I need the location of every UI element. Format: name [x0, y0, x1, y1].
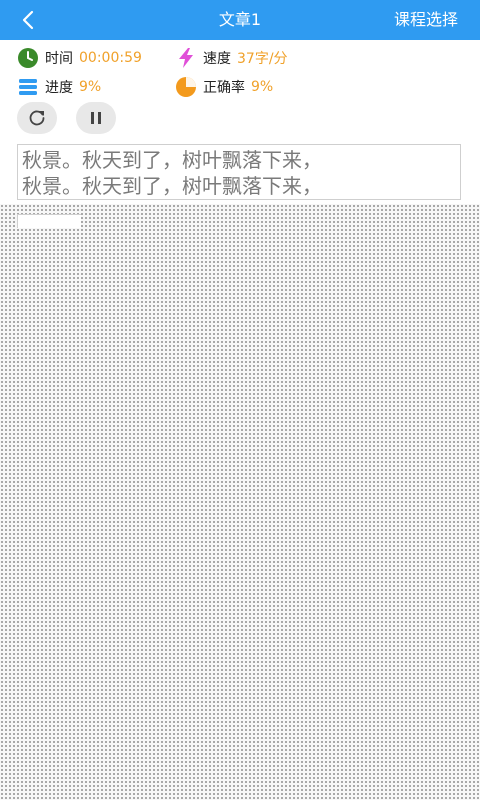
speed-value: 37字/分	[237, 51, 288, 67]
time-label: 时间	[45, 51, 73, 67]
pie-chart-icon	[175, 76, 197, 98]
progress-label: 进度	[45, 80, 73, 96]
article-line-2: 秋景。秋天到了，树叶飘落下来，	[22, 174, 322, 198]
top-bar: 文章1 课程选择	[0, 0, 480, 40]
progress-stat: 进度 9%	[17, 75, 101, 99]
article-line-1: 秋景。秋天到了，树叶飘落下来，	[22, 148, 322, 172]
time-stat: 时间 00:00:59	[17, 46, 142, 70]
accuracy-value: 9%	[251, 79, 274, 95]
refresh-icon	[29, 110, 45, 126]
pause-icon	[91, 112, 101, 124]
course-select-button[interactable]: 课程选择	[394, 0, 458, 40]
stack-icon	[17, 76, 39, 98]
typing-area[interactable]	[0, 204, 480, 800]
accuracy-stat: 正确率 9%	[175, 75, 273, 99]
article-text-box: 秋景。秋天到了，树叶飘落下来， 秋景。秋天到了，树叶飘落下来，	[17, 144, 461, 200]
chevron-left-icon	[22, 10, 34, 30]
accuracy-label: 正确率	[203, 80, 245, 96]
lightning-icon	[175, 47, 197, 69]
input-field[interactable]	[17, 214, 81, 228]
typing-practice-screen: 文章1 课程选择 时间 00:00:59 速度 37字/分 进度 9% 正确率 …	[0, 0, 480, 800]
clock-icon	[17, 47, 39, 69]
back-button[interactable]	[14, 6, 42, 34]
speed-label: 速度	[203, 51, 231, 67]
restart-button[interactable]	[17, 102, 57, 134]
pause-button[interactable]	[76, 102, 116, 134]
stats-panel: 时间 00:00:59 速度 37字/分 进度 9% 正确率 9%	[0, 40, 480, 140]
progress-value: 9%	[79, 79, 102, 95]
speed-stat: 速度 37字/分	[175, 46, 288, 70]
time-value: 00:00:59	[79, 50, 142, 66]
